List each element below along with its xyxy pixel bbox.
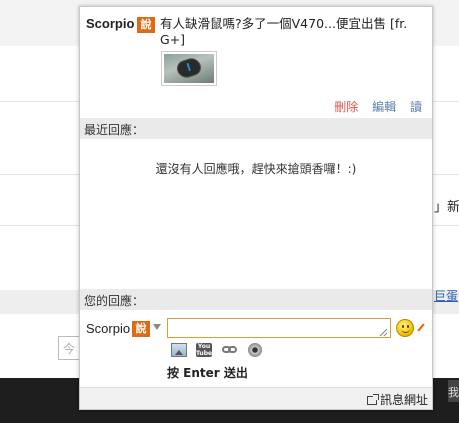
mouse-shape (176, 56, 202, 80)
popup-footer: 訊息網址 (80, 387, 432, 409)
message-url-label: 訊息網址 (379, 393, 428, 407)
recent-replies-header: 最近回應： (80, 118, 432, 139)
post-text: 有人缺滑鼠嗎?多了一個V470...便宜出售 [fr. G+] (160, 16, 408, 47)
external-link-icon (366, 394, 379, 405)
read-link[interactable]: 讀 (410, 100, 422, 114)
edit-link[interactable]: 編輯 (372, 100, 396, 114)
enter-to-send-hint: 按 Enter 送出 (167, 366, 248, 380)
say-badge[interactable]: 說 (132, 321, 150, 337)
post-actions: 刪除 編輯 讀 (324, 98, 422, 115)
mouse-photo (164, 54, 214, 83)
delete-link[interactable]: 刪除 (334, 100, 358, 114)
background-link-fragment[interactable]: 巨蛋 (434, 287, 458, 304)
webcam-icon[interactable] (248, 343, 262, 357)
no-replies-message: 還沒有人回應哦，趕快來搶頭香囉！:) (155, 162, 357, 176)
your-reply-header: 您的回應： (80, 289, 432, 310)
smiley-icon[interactable] (396, 319, 414, 337)
background-text-fragment: 」新 (434, 200, 459, 215)
reply-author: Scorpio (86, 321, 131, 336)
say-badge: 說 (137, 17, 155, 33)
reply-composer: Scorpio 說 (80, 317, 432, 343)
post-author[interactable]: Scorpio (86, 16, 134, 31)
chevron-down-icon[interactable] (153, 324, 161, 330)
post-entry: Scorpio 說 有人缺滑鼠嗎?多了一個V470...便宜出售 [fr. G+… (80, 7, 432, 117)
message-url-link[interactable]: 訊息網址 (366, 391, 428, 408)
youtube-icon[interactable]: You Tube (196, 343, 212, 357)
reply-input[interactable] (167, 318, 391, 338)
background-dark-button[interactable]: 我 (448, 380, 459, 402)
post-popup: Scorpio 說 有人缺滑鼠嗎?多了一個V470...便宜出售 [fr. G+… (79, 6, 433, 410)
resize-handle-icon[interactable] (379, 328, 388, 337)
post-thumbnail[interactable] (161, 51, 217, 86)
link-icon[interactable] (222, 346, 238, 354)
pencil-icon[interactable] (417, 323, 425, 332)
image-icon[interactable] (171, 343, 187, 357)
